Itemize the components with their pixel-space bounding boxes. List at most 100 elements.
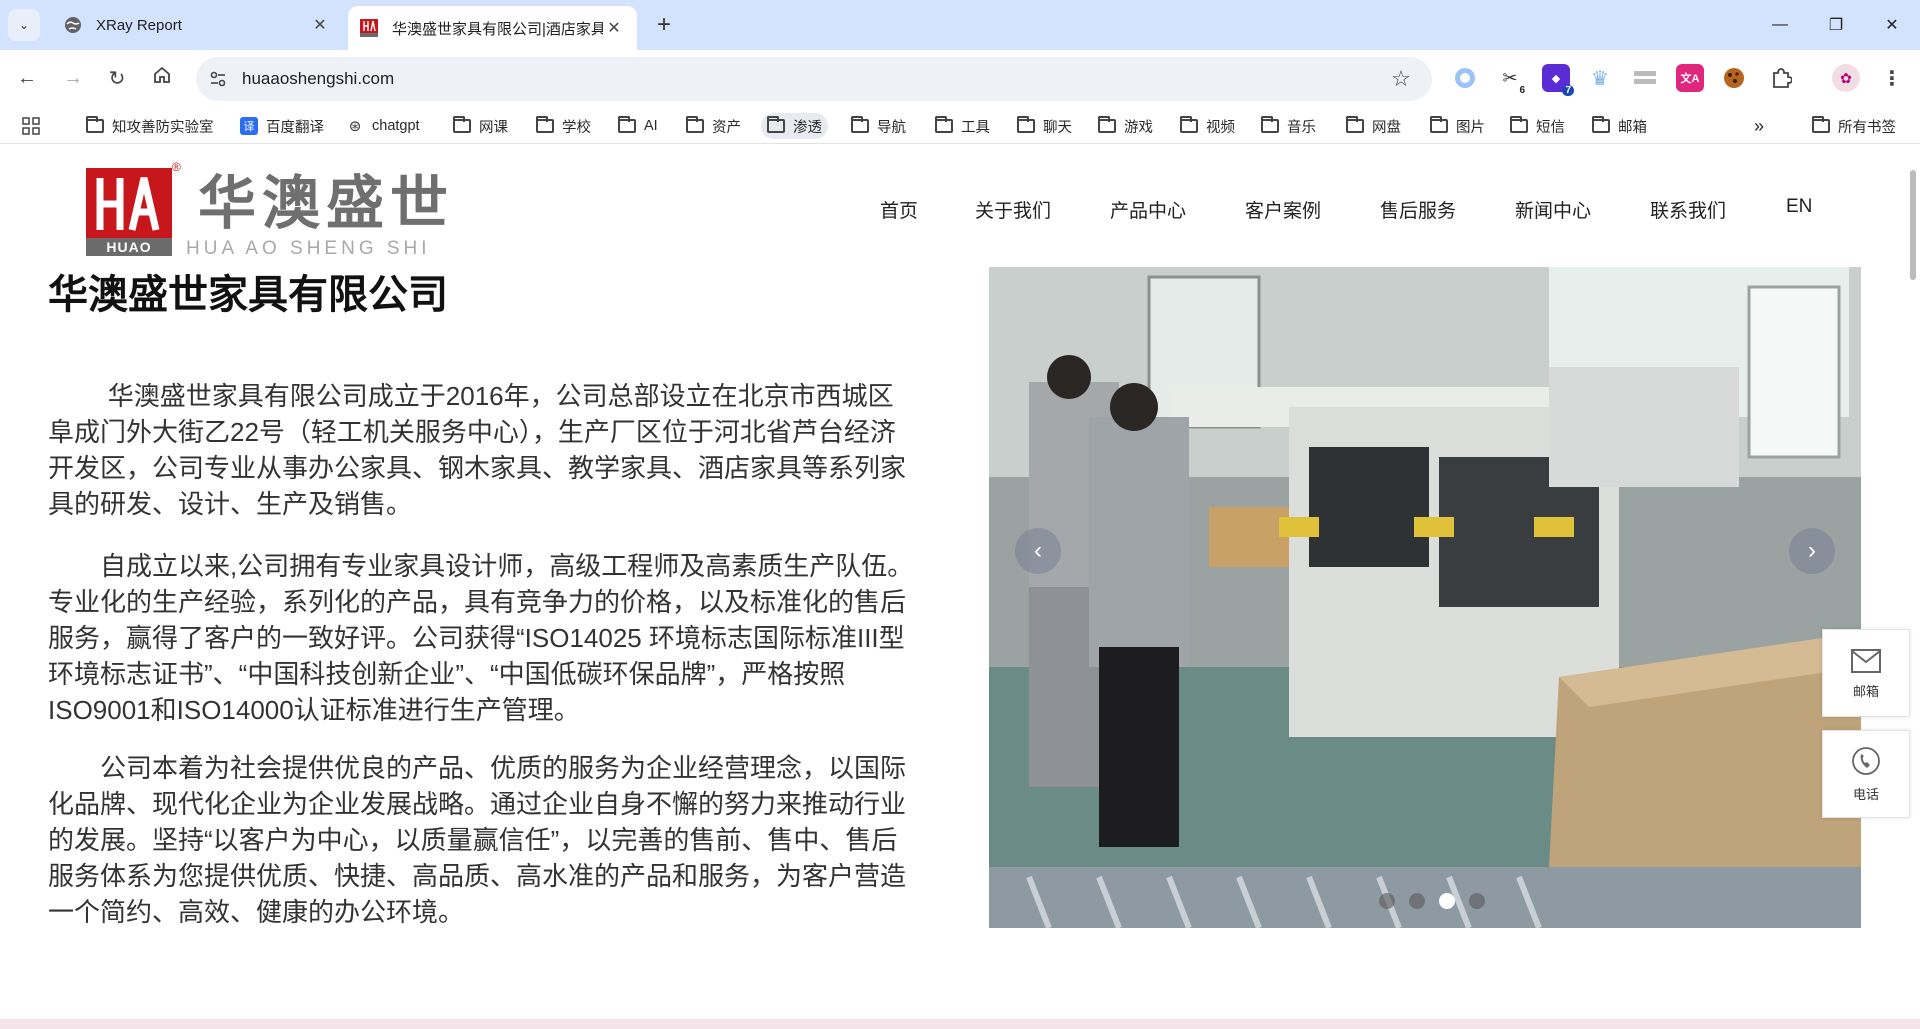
extension-badge: 6: [1516, 85, 1528, 96]
bookmark-item[interactable]: ⊛ chatgpt: [340, 113, 426, 139]
nav-cases[interactable]: 客户案例: [1245, 196, 1321, 223]
nav-home[interactable]: 首页: [880, 196, 918, 223]
folder-icon: [1430, 116, 1448, 133]
image-slider[interactable]: ‹ ›: [989, 267, 1861, 928]
intro-paragraph-3: 公司本着为社会提供优良的产品、优质的服务为企业经营理念，以国际化品牌、现代化企业…: [48, 753, 907, 927]
folder-icon: [767, 116, 785, 133]
browser-toolbar: ← → ↻ huaaoshengshi.com ☆ ✂ 6 ◆ 7 ♛ 文A ✿…: [0, 50, 1920, 108]
extension-cookie-icon[interactable]: [1720, 64, 1748, 92]
nav-english[interactable]: EN: [1786, 196, 1812, 218]
main-nav: 首页 关于我们 产品中心 客户案例 售后服务 新闻中心 联系我们 EN: [0, 196, 1920, 226]
slider-prev-button[interactable]: ‹: [1015, 528, 1061, 574]
chatgpt-icon: ⊛: [348, 118, 362, 135]
address-bar[interactable]: huaaoshengshi.com ☆: [196, 57, 1432, 101]
extension-scissors-icon[interactable]: ✂ 6: [1496, 64, 1528, 96]
bookmark-label: 短信: [1536, 119, 1565, 136]
nav-products[interactable]: 产品中心: [1110, 196, 1186, 223]
extension-circle-icon[interactable]: [1451, 64, 1479, 92]
globe-icon: [64, 16, 82, 34]
bookmark-item[interactable]: 渗透: [761, 113, 828, 139]
bookmark-item[interactable]: 导航: [845, 113, 912, 139]
extension-translate-icon[interactable]: 文A: [1676, 64, 1704, 92]
bookmark-item[interactable]: 学校: [530, 113, 597, 139]
close-window-button[interactable]: ✕: [1864, 0, 1920, 50]
bookmark-item[interactable]: 网课: [447, 113, 514, 139]
url-text[interactable]: huaaoshengshi.com: [242, 69, 1384, 89]
site-info-icon[interactable]: [204, 65, 232, 93]
nav-contact[interactable]: 联系我们: [1650, 196, 1726, 223]
bookmark-label: 渗透: [793, 119, 822, 136]
all-bookmarks-folder[interactable]: 所有书签: [1806, 113, 1902, 139]
minimize-button[interactable]: —: [1752, 0, 1808, 50]
slider-next-button[interactable]: ›: [1789, 528, 1835, 574]
bookmark-item[interactable]: 资产: [680, 113, 747, 139]
bookmark-item[interactable]: 知攻善防实验室: [80, 113, 220, 139]
logo-english-name: HUA AO SHENG SHI: [186, 238, 431, 259]
phone-float-button[interactable]: 电话: [1822, 730, 1910, 818]
nav-news[interactable]: 新闻中心: [1515, 196, 1591, 223]
back-button[interactable]: ←: [10, 61, 44, 95]
bookmark-item[interactable]: 聊天: [1011, 113, 1078, 139]
bookmark-item[interactable]: 音乐: [1255, 113, 1322, 139]
logo-mark-text: HUAO: [86, 238, 172, 256]
restore-button[interactable]: ❐: [1808, 0, 1864, 50]
reload-button[interactable]: ↻: [100, 61, 134, 95]
bookmark-label: 视频: [1206, 119, 1235, 136]
tab-search-button[interactable]: ⌄: [8, 9, 40, 41]
nav-after-sales[interactable]: 售后服务: [1380, 196, 1456, 223]
new-tab-button[interactable]: +: [650, 11, 678, 39]
folder-icon: [935, 116, 953, 133]
folder-icon: [1017, 116, 1035, 133]
bookmark-label: 聊天: [1043, 119, 1072, 136]
bookmark-item[interactable]: 网盘: [1340, 113, 1407, 139]
bookmark-item[interactable]: 邮箱: [1586, 113, 1653, 139]
bookmarks-overflow-button[interactable]: »: [1748, 113, 1770, 139]
nav-about[interactable]: 关于我们: [975, 196, 1051, 223]
bookmarks-bar: 知攻善防实验室 译百度翻译 ⊛ chatgpt 网课 学校 AI 资产 渗透 导航 工具 聊天 游戏 视频…: [0, 108, 1920, 144]
bookmark-label: 知攻善防实验室: [112, 119, 214, 136]
slider-dot[interactable]: [1409, 893, 1425, 909]
bookmark-item[interactable]: AI: [612, 113, 664, 139]
forward-button[interactable]: →: [56, 61, 90, 95]
profile-avatar[interactable]: ✿: [1832, 64, 1860, 92]
folder-icon: [1510, 116, 1528, 133]
extension-cube-icon[interactable]: ◆ 7: [1542, 64, 1574, 96]
folder-icon: [686, 116, 704, 133]
bookmark-item[interactable]: 视频: [1174, 113, 1241, 139]
factory-photo: [989, 267, 1861, 928]
mail-label: 邮箱: [1852, 683, 1879, 699]
page-scrollbar[interactable]: [1910, 170, 1916, 280]
folder-icon: [1346, 116, 1364, 133]
star-icon[interactable]: ☆: [1384, 66, 1418, 92]
slider-dot[interactable]: [1439, 893, 1455, 909]
bookmark-label: AI: [644, 118, 658, 134]
intro-paragraph-1: 华澳盛世家具有限公司成立于2016年，公司总部设立在北京市西城区阜成门外大街乙2…: [48, 381, 907, 519]
folder-icon: [1592, 116, 1610, 133]
tab-huaao[interactable]: 华澳盛世家具有限公司|酒店家具 ✕: [348, 6, 637, 50]
folder-icon: [1812, 116, 1830, 133]
restore-icon: ❐: [1828, 17, 1844, 34]
home-icon: [152, 65, 172, 91]
folder-icon: [851, 116, 869, 133]
folder-icon: [453, 116, 471, 133]
bookmark-item[interactable]: 短信: [1504, 113, 1571, 139]
mail-float-button[interactable]: 邮箱: [1822, 629, 1910, 717]
extension-cup-icon[interactable]: ♛: [1586, 64, 1614, 92]
apps-grid-icon[interactable]: [16, 113, 46, 139]
slider-dot[interactable]: [1469, 893, 1485, 909]
extensions-puzzle-icon[interactable]: [1767, 64, 1795, 92]
close-icon[interactable]: ✕: [309, 14, 331, 36]
close-icon[interactable]: ✕: [603, 17, 625, 39]
bookmark-label: 网课: [479, 119, 508, 136]
tab-xray-report[interactable]: XRay Report ✕: [52, 6, 343, 44]
bookmark-item[interactable]: 译百度翻译: [234, 113, 330, 139]
bookmark-item[interactable]: 游戏: [1092, 113, 1159, 139]
registered-mark: ®: [172, 160, 181, 174]
tab-title: XRay Report: [96, 16, 182, 34]
home-button[interactable]: [145, 61, 179, 95]
bookmark-item[interactable]: 工具: [929, 113, 996, 139]
extension-bar-icon[interactable]: [1631, 64, 1659, 92]
slider-dot[interactable]: [1379, 893, 1395, 909]
bookmark-item[interactable]: 图片: [1424, 113, 1491, 139]
menu-kebab-icon[interactable]: ⋮: [1878, 64, 1906, 92]
